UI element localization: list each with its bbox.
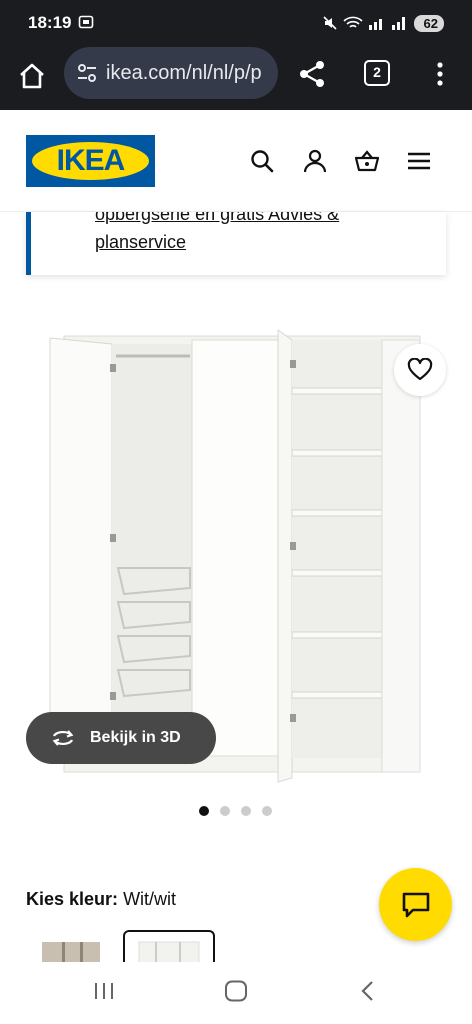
heart-icon [407,358,433,381]
url-text: ikea.com/nl/nl/p/p [106,61,262,84]
battery-level: 62 [423,15,438,31]
wifi-icon [342,16,363,28]
share-icon[interactable] [296,58,328,90]
account-icon[interactable] [302,148,328,174]
signal-icon-2 [391,17,405,30]
chat-bubble-icon [402,892,429,917]
swatch-image-beige [42,942,100,962]
swatch-image-white [138,941,200,964]
color-swatch-white-selected[interactable] [123,930,215,964]
home-icon[interactable] [16,60,48,92]
browser-toolbar: ikea.com/nl/nl/p/p 2 [0,46,472,110]
more-options-icon[interactable] [428,58,452,90]
recent-apps-icon[interactable] [92,980,116,1002]
status-bar: 18:19 62 [0,0,472,46]
tab-switcher-button[interactable]: 2 [364,60,390,86]
favourite-button[interactable] [394,344,446,396]
chat-button[interactable] [379,868,452,941]
logo-text: IKEA [32,142,149,180]
search-icon[interactable] [249,148,275,174]
info-banner: opbergserie en gratis Advies & planservi… [26,212,446,275]
address-bar[interactable]: ikea.com/nl/nl/p/p [64,47,278,99]
screenshot-icon [78,15,94,29]
info-line-1: opbergserie en gratis Advies & [95,212,340,224]
site-settings-icon[interactable] [76,62,98,84]
color-swatch-beige[interactable] [40,940,102,962]
battery-indicator: 62 [413,14,444,32]
status-icons: 62 [322,12,444,34]
color-label-key: Kies kleur: [26,889,119,909]
gallery-dot-2[interactable] [220,806,230,816]
color-selector-label: Kies kleur: Wit/wit [26,889,176,910]
ikea-logo[interactable]: IKEA [26,135,155,187]
view-3d-label: Bekijk in 3D [90,729,181,746]
site-header: IKEA [0,110,472,212]
info-line-2: planservice [95,232,187,252]
view-3d-button[interactable]: Bekijk in 3D [26,712,216,764]
gallery-pagination [199,806,272,816]
hamburger-menu-icon[interactable] [406,148,432,174]
gallery-dot-1[interactable] [199,806,209,816]
status-time: 18:19 [28,13,72,32]
mute-icon [322,16,337,30]
cart-icon[interactable] [354,148,380,174]
gallery-dot-3[interactable] [241,806,251,816]
signal-icon-1 [368,19,382,30]
home-nav-icon[interactable] [224,980,248,1002]
info-banner-link[interactable]: opbergserie en gratis Advies & planservi… [95,212,395,256]
rotate-3d-icon [52,730,74,746]
back-nav-icon[interactable] [356,980,380,1002]
gallery-dot-4[interactable] [262,806,272,816]
color-label-value: Wit/wit [123,889,177,909]
system-nav-bar [0,962,472,1024]
